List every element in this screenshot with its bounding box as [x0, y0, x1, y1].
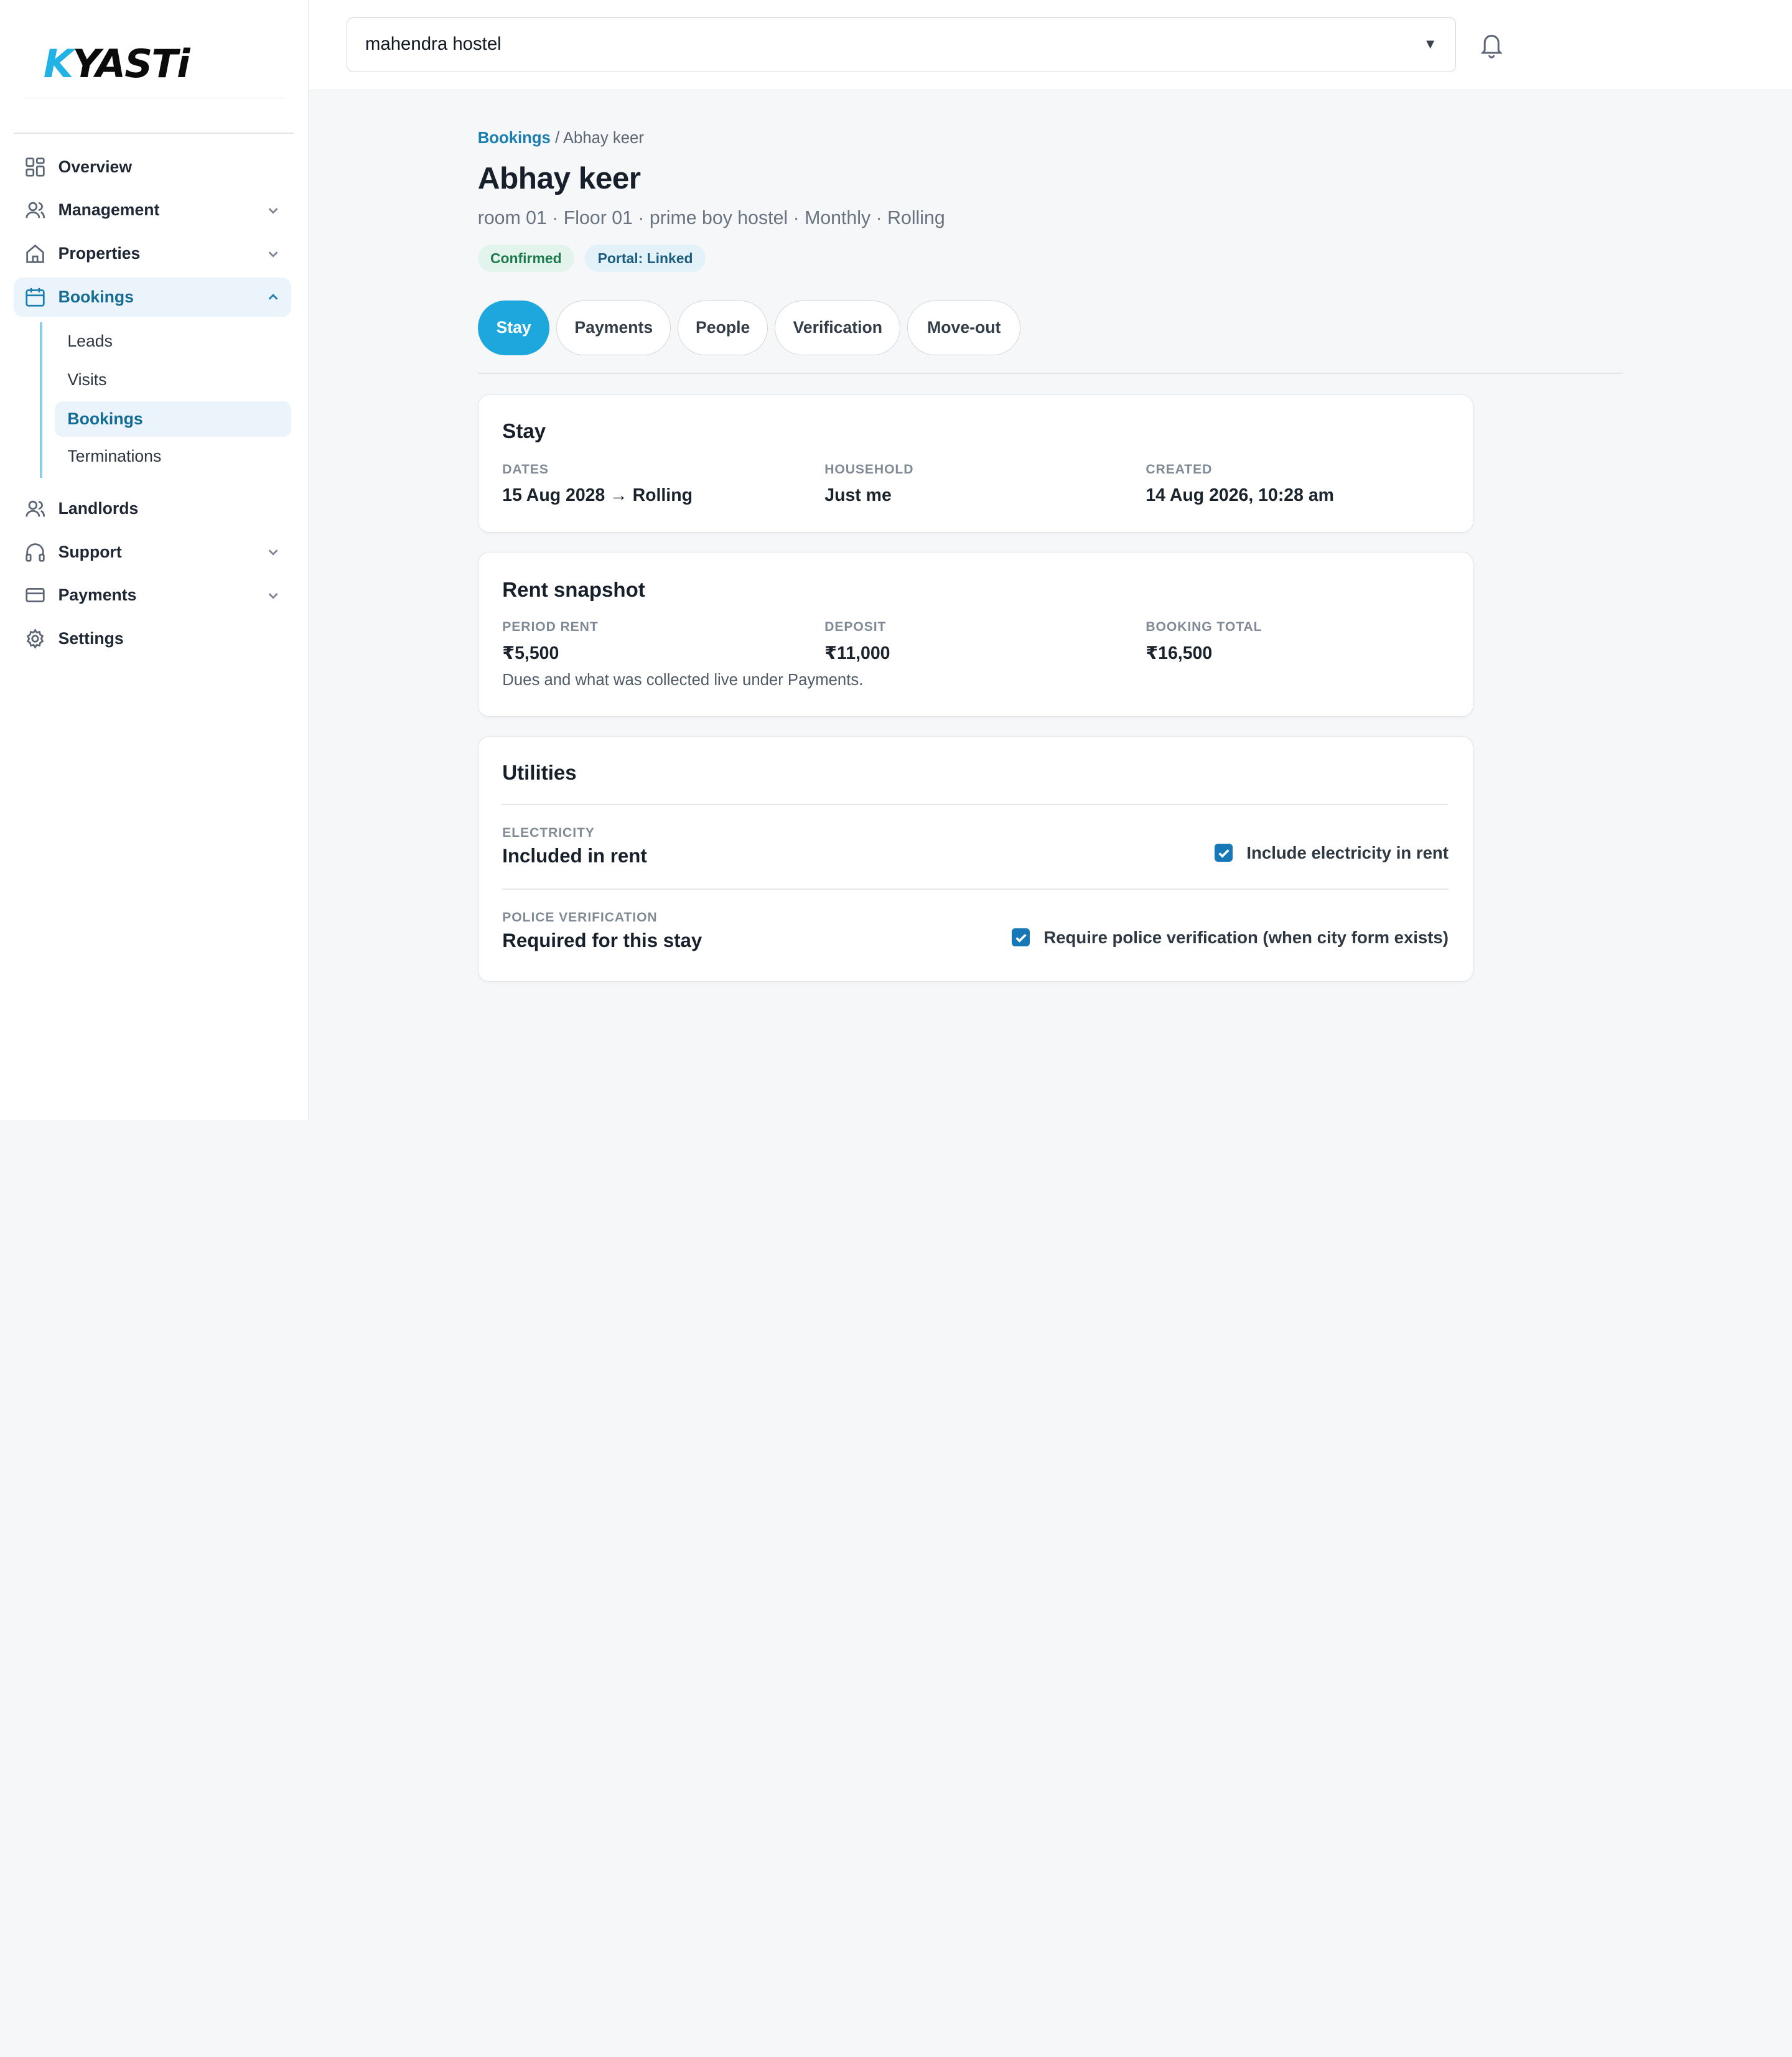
- tab-move-out[interactable]: Move-out: [907, 301, 1021, 356]
- tab-stay[interactable]: Stay: [477, 301, 550, 356]
- property-select[interactable]: mahendra hostel ▼: [346, 17, 1456, 72]
- sidebar-item-label: Settings: [58, 629, 124, 648]
- breadcrumb-separator: /: [555, 129, 560, 147]
- sidebar-item-label: Management: [58, 200, 160, 220]
- utilities-card: Utilities ELECTRICITY Included in rent I…: [477, 735, 1473, 982]
- police-verification-label: POLICE VERIFICATION: [502, 910, 658, 925]
- period-rent-value: ₹5,500: [502, 643, 559, 664]
- tab-people[interactable]: People: [678, 301, 768, 356]
- home-icon: [26, 245, 45, 263]
- electricity-label: ELECTRICITY: [502, 826, 595, 841]
- sidebar-item-overview[interactable]: Overview: [14, 147, 291, 186]
- chevron-down-icon[interactable]: [266, 203, 280, 217]
- subnav-item-bookings[interactable]: Bookings: [55, 401, 292, 437]
- tabs-divider: [477, 372, 1623, 374]
- grid-icon: [26, 157, 45, 177]
- require-police-verification-label: Require police verification (when city f…: [1043, 927, 1449, 947]
- caret-down-icon: ▼: [1423, 35, 1437, 52]
- sidebar: KYASTi Overview Management Properties Bo…: [0, 0, 309, 1120]
- subnav-item-terminations[interactable]: Terminations: [55, 439, 291, 474]
- include-electricity-label: Include electricity in rent: [1246, 842, 1449, 862]
- sidebar-item-payments[interactable]: Payments: [14, 576, 291, 615]
- chevron-down-icon[interactable]: [266, 545, 280, 559]
- divider: [502, 804, 1449, 806]
- household-label: HOUSEHOLD: [824, 462, 914, 477]
- divider: [502, 889, 1449, 890]
- headphones-icon: [26, 543, 45, 562]
- sidebar-item-label: Overview: [58, 157, 133, 176]
- check-icon: [1015, 933, 1027, 943]
- dates-value: 15 Aug 2028 → Rolling: [502, 485, 693, 505]
- logo-area: KYASTi: [25, 0, 284, 98]
- period-rent-label: PERIOD RENT: [502, 620, 599, 635]
- sidebar-item-settings[interactable]: Settings: [14, 619, 291, 658]
- sidebar-item-management[interactable]: Management: [14, 191, 291, 230]
- sidebar-item-properties[interactable]: Properties: [14, 235, 291, 273]
- require-police-verification-checkbox-row[interactable]: Require police verification (when city f…: [1011, 927, 1449, 948]
- brand-logo[interactable]: KYASTi: [44, 41, 190, 86]
- topbar: mahendra hostel ▼: [308, 0, 1792, 91]
- sidebar-item-label: Support: [58, 542, 122, 561]
- include-electricity-checkbox[interactable]: [1214, 843, 1233, 862]
- household-value: Just me: [824, 485, 892, 505]
- deposit-label: DEPOSIT: [824, 620, 887, 635]
- subnav-indicator: [40, 322, 42, 478]
- rent-note: Dues and what was collected live under P…: [502, 671, 864, 689]
- chevron-up-icon[interactable]: [266, 291, 280, 304]
- subnav-item-leads[interactable]: Leads: [55, 324, 291, 359]
- bell-icon[interactable]: [1479, 31, 1504, 58]
- electricity-value: Included in rent: [502, 845, 647, 867]
- portal-badge: Portal: Linked: [585, 245, 706, 273]
- breadcrumb-current: Abhay keer: [562, 129, 644, 147]
- deposit-value: ₹11,000: [824, 643, 890, 664]
- subnav-label: Terminations: [67, 447, 162, 466]
- sidebar-item-label: Bookings: [58, 287, 134, 307]
- users-icon: [26, 500, 45, 517]
- booking-subtitle: room 01 · Floor 01 · prime boy hostel · …: [477, 208, 945, 229]
- gear-icon: [27, 628, 44, 649]
- rent-snapshot-card: Rent snapshot PERIOD RENT ₹5,500 DEPOSIT…: [477, 552, 1473, 717]
- sidebar-divider: [14, 133, 294, 134]
- card-title: Utilities: [502, 762, 577, 785]
- sidebar-item-label: Properties: [58, 244, 141, 263]
- booking-total-value: ₹16,500: [1146, 643, 1213, 664]
- subnav-label: Leads: [67, 331, 113, 350]
- created-value: 14 Aug 2026, 10:28 am: [1146, 485, 1334, 505]
- chevron-down-icon[interactable]: [266, 589, 280, 602]
- stay-card: Stay DATES 15 Aug 2028 → Rolling HOUSEHO…: [477, 394, 1473, 533]
- sidebar-item-label: Landlords: [58, 498, 139, 518]
- subnav-label: Bookings: [67, 409, 143, 428]
- app-root: KYASTi Overview Management Properties Bo…: [0, 0, 1792, 1120]
- credit-card-icon: [26, 588, 45, 603]
- dates-label: DATES: [502, 462, 549, 477]
- chevron-down-icon[interactable]: [266, 247, 280, 261]
- booking-total-label: BOOKING TOTAL: [1146, 620, 1262, 635]
- card-title: Rent snapshot: [502, 579, 645, 602]
- tab-verification[interactable]: Verification: [775, 301, 901, 356]
- card-title: Stay: [502, 420, 546, 444]
- created-label: CREATED: [1146, 462, 1213, 477]
- include-electricity-checkbox-row[interactable]: Include electricity in rent: [1214, 842, 1449, 863]
- breadcrumb: Bookings / Abhay keer: [478, 129, 644, 147]
- check-icon: [1218, 849, 1230, 858]
- sidebar-item-support[interactable]: Support: [14, 533, 291, 571]
- property-select-value: mahendra hostel: [365, 34, 502, 55]
- subnav-item-visits[interactable]: Visits: [55, 362, 291, 398]
- breadcrumb-link-bookings[interactable]: Bookings: [478, 129, 551, 147]
- require-police-verification-checkbox[interactable]: [1011, 928, 1030, 947]
- police-verification-value: Required for this stay: [502, 930, 702, 952]
- tab-payments[interactable]: Payments: [556, 301, 671, 356]
- subnav-label: Visits: [67, 370, 107, 389]
- sidebar-item-label: Payments: [58, 585, 137, 605]
- status-badge: Confirmed: [477, 245, 574, 273]
- page-title: Abhay keer: [477, 161, 641, 196]
- calendar-icon: [26, 287, 45, 307]
- users-icon: [26, 202, 45, 218]
- sidebar-item-bookings[interactable]: Bookings: [14, 278, 292, 317]
- sidebar-item-landlords[interactable]: Landlords: [14, 489, 291, 528]
